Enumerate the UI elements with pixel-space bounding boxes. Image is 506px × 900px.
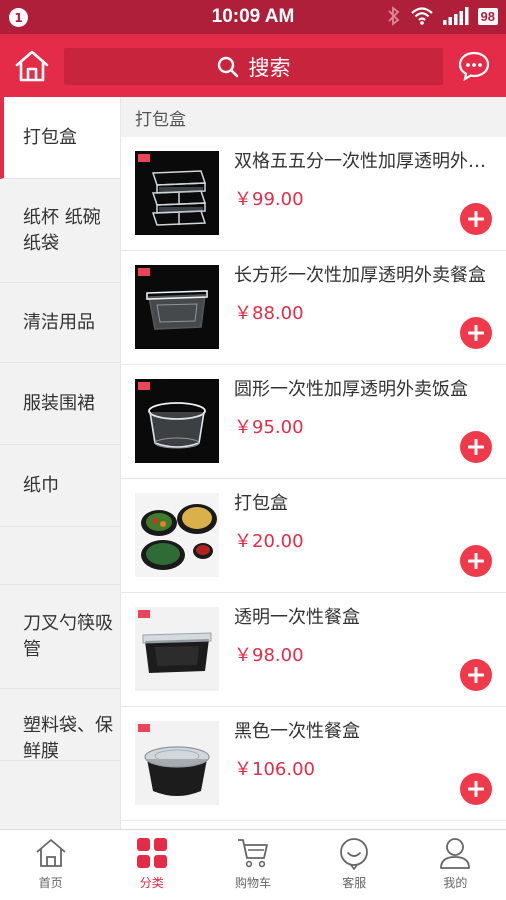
- plus-icon: [468, 667, 484, 683]
- product-image: [135, 265, 219, 349]
- search-input[interactable]: 搜索: [64, 48, 443, 85]
- product-price: ￥20.00: [234, 531, 304, 552]
- product-item[interactable]: 打包盒 ￥20.00: [121, 479, 506, 593]
- product-name: 黑色一次性餐盒: [234, 721, 360, 742]
- section-title: 打包盒: [121, 97, 506, 137]
- tab-profile[interactable]: 我的: [405, 830, 506, 900]
- tab-label: 我的: [443, 876, 468, 890]
- tab-service[interactable]: 客服: [304, 830, 405, 900]
- app-header: 搜索: [0, 34, 506, 97]
- add-to-cart-button[interactable]: [460, 431, 492, 463]
- sidebar-item-label: 刀叉勺筷吸管: [23, 612, 113, 660]
- plus-icon: [468, 553, 484, 569]
- product-item[interactable]: 双格五五分一次性加厚透明外卖快餐盒 ￥99.00: [121, 137, 506, 251]
- product-price: ￥98.00: [234, 645, 304, 666]
- product-item[interactable]: 黑色一次性餐盒 ￥106.00: [121, 707, 506, 821]
- tab-label: 首页: [38, 876, 63, 890]
- home-icon[interactable]: [14, 48, 50, 84]
- category-icon: [136, 838, 167, 868]
- product-image: [135, 493, 219, 577]
- signal-icon: [442, 7, 469, 25]
- product-item[interactable]: 圆形一次性加厚透明外卖饭盒 ￥95.00: [121, 365, 506, 479]
- plus-icon: [468, 211, 484, 227]
- product-name: 透明一次性餐盒: [234, 607, 360, 628]
- sidebar-item-paper-cups[interactable]: 纸杯 纸碗 纸袋: [0, 179, 120, 283]
- product-price: ￥88.00: [234, 303, 304, 324]
- tab-label: 购物车: [235, 876, 272, 890]
- category-sidebar: 打包盒 纸杯 纸碗 纸袋 清洁用品 服装围裙 纸巾 刀叉勺筷吸管 塑料袋、保鲜膜: [0, 97, 121, 829]
- tab-category[interactable]: 分类: [101, 830, 202, 900]
- sidebar-item-tissue[interactable]: 纸巾: [0, 445, 120, 527]
- status-icons: 98: [387, 6, 498, 26]
- tab-home[interactable]: 首页: [0, 830, 101, 900]
- cart-icon: [238, 839, 268, 868]
- sidebar-item-label: 塑料袋、保鲜膜: [23, 715, 113, 761]
- plus-icon: [468, 781, 484, 797]
- sidebar-item-plastic-bags[interactable]: 塑料袋、保鲜膜: [0, 689, 120, 761]
- product-name: 打包盒: [234, 493, 288, 514]
- product-item[interactable]: 长方形一次性加厚透明外卖餐盒 ￥88.00: [121, 251, 506, 365]
- home-icon: [36, 839, 66, 867]
- product-image: [135, 151, 219, 235]
- battery-indicator: 98: [477, 7, 498, 25]
- product-list-panel: 打包盒 双格五五分一次性加厚透明外卖快餐盒 ￥99.00 长方形一次性加厚: [121, 97, 506, 829]
- tab-label: 分类: [139, 876, 164, 890]
- product-name: 双格五五分一次性加厚透明外卖快餐盒: [234, 151, 492, 172]
- add-to-cart-button[interactable]: [460, 317, 492, 349]
- add-to-cart-button[interactable]: [460, 773, 492, 805]
- message-icon[interactable]: [458, 50, 490, 82]
- service-icon: [340, 838, 369, 870]
- product-price: ￥95.00: [234, 417, 304, 438]
- product-price: ￥106.00: [234, 759, 315, 780]
- product-name: 圆形一次性加厚透明外卖饭盒: [234, 379, 468, 400]
- sidebar-item-empty[interactable]: [0, 527, 120, 585]
- product-item[interactable]: 透明一次性餐盒 ￥98.00: [121, 593, 506, 707]
- product-name: 长方形一次性加厚透明外卖餐盒: [234, 265, 486, 286]
- product-image: [135, 721, 219, 805]
- wifi-icon: [410, 7, 433, 25]
- sidebar-item-cleaning[interactable]: 清洁用品: [0, 283, 120, 363]
- plus-icon: [468, 325, 484, 341]
- add-to-cart-button[interactable]: [460, 203, 492, 235]
- sidebar-item-cutlery[interactable]: 刀叉勺筷吸管: [0, 585, 120, 689]
- search-placeholder: 搜索: [248, 55, 291, 80]
- bottom-tab-bar: 首页 分类 购物车 客服 我的: [0, 829, 506, 900]
- search-icon: [217, 56, 238, 77]
- sidebar-item-takeout-boxes[interactable]: 打包盒: [0, 97, 120, 179]
- user-icon: [440, 838, 471, 869]
- sidebar-item-label: 纸巾: [23, 474, 59, 496]
- status-bar: 1 10:09 AM 98: [0, 0, 506, 34]
- bluetooth-icon: [387, 6, 399, 26]
- product-image: [135, 607, 219, 691]
- add-to-cart-button[interactable]: [460, 659, 492, 691]
- sidebar-item-label: 服装围裙: [23, 392, 95, 414]
- sidebar-item-label: 清洁用品: [23, 311, 95, 333]
- sidebar-item-apparel[interactable]: 服装围裙: [0, 363, 120, 445]
- product-image: [135, 379, 219, 463]
- plus-icon: [468, 439, 484, 455]
- tab-cart[interactable]: 购物车: [202, 830, 303, 900]
- sidebar-item-label: 纸杯 纸碗 纸袋: [23, 206, 101, 254]
- product-price: ￥99.00: [234, 189, 304, 210]
- sidebar-item-label: 打包盒: [23, 126, 77, 148]
- add-to-cart-button[interactable]: [460, 545, 492, 577]
- tab-label: 客服: [342, 876, 367, 890]
